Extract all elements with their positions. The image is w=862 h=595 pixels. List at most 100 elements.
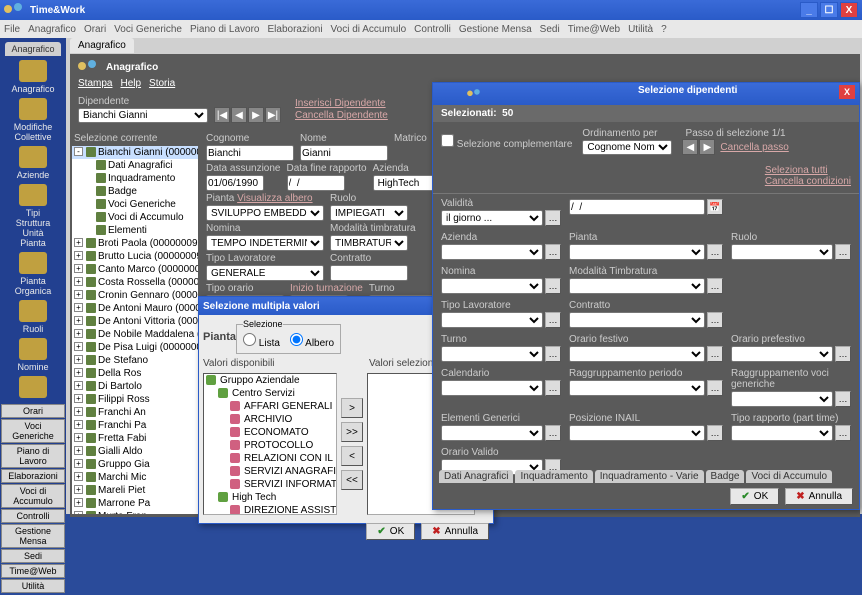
- menu-vocigeneriche[interactable]: Voci Generiche: [114, 24, 182, 35]
- tree-node[interactable]: +Gialli Aldo: [72, 445, 198, 458]
- more-button[interactable]: …: [545, 380, 561, 396]
- move-all-left-button[interactable]: <<: [341, 470, 363, 490]
- menu-anagrafico[interactable]: Anagrafico: [28, 24, 76, 35]
- more-button[interactable]: …: [545, 278, 561, 294]
- tree-node[interactable]: Voci di Accumulo: [72, 211, 198, 224]
- filter-select[interactable]: [441, 244, 543, 260]
- tree-node[interactable]: +Della Ros: [72, 367, 198, 380]
- tree-node[interactable]: -Bianchi Gianni (0000000463): [72, 146, 198, 159]
- avail-item[interactable]: RELAZIONI CON IL PUBB: [204, 452, 336, 465]
- sidebar-btn-vocigeneriche[interactable]: Voci Generiche: [1, 419, 65, 443]
- sidebar-btn-pianodilavoro[interactable]: Piano di Lavoro: [1, 444, 65, 468]
- dataass-input[interactable]: [206, 175, 264, 191]
- filter-select[interactable]: [441, 425, 543, 441]
- filter-select[interactable]: [441, 278, 543, 294]
- tree-node[interactable]: +Di Bartolo: [72, 380, 198, 393]
- tree-node[interactable]: +Murta Fran: [72, 510, 198, 514]
- sidebar-icon-nomine[interactable]: Nomine: [9, 336, 57, 374]
- menu-sedi[interactable]: Sedi: [540, 24, 560, 35]
- tree-node[interactable]: +De Stefano: [72, 354, 198, 367]
- menu-elaborazioni[interactable]: Elaborazioni: [268, 24, 323, 35]
- tab-datianagrafici[interactable]: Dati Anagrafici: [439, 470, 513, 483]
- sidebar-icon-modifichecollettive[interactable]: Modifiche Collettive: [9, 96, 57, 144]
- sidebar-btn-timeweb[interactable]: Time@Web: [1, 564, 65, 578]
- tree-node[interactable]: +Marrone Pa: [72, 497, 198, 510]
- passo-next[interactable]: ▶: [699, 139, 715, 155]
- filter-select[interactable]: [569, 278, 705, 294]
- menu-vocidiaccumulo[interactable]: Voci di Accumulo: [331, 24, 407, 35]
- sidebar-btn-orari[interactable]: Orari: [1, 404, 65, 418]
- tree-node[interactable]: Inquadramento: [72, 172, 198, 185]
- multi-ok-button[interactable]: ✔OK: [366, 523, 415, 540]
- more-button[interactable]: …: [707, 312, 723, 328]
- menu-utilit[interactable]: Utilità: [628, 24, 653, 35]
- tree-node[interactable]: +De Antoni Vittoria (0000000520): [72, 315, 198, 328]
- multi-cancel-button[interactable]: ✖Annulla: [421, 523, 489, 540]
- avail-item[interactable]: ECONOMATO: [204, 426, 336, 439]
- radio-albero[interactable]: Albero: [290, 333, 334, 349]
- tree-node[interactable]: +Marchi Mic: [72, 471, 198, 484]
- tree-node[interactable]: +Franchi Pa: [72, 419, 198, 432]
- avail-item[interactable]: Gruppo Aziendale: [204, 374, 336, 387]
- sidebar-btn-vocidiaccumulo[interactable]: Voci di Accumulo: [1, 484, 65, 508]
- filter-select[interactable]: [569, 312, 705, 328]
- nav-first-button[interactable]: |◀: [214, 107, 230, 123]
- complementare-check[interactable]: Selezione complementare: [441, 134, 572, 150]
- filter-select[interactable]: [569, 425, 705, 441]
- filter-select[interactable]: [731, 425, 833, 441]
- pianta-select[interactable]: SVILUPPO EMBEDDED: [206, 205, 324, 221]
- move-all-right-button[interactable]: >>: [341, 422, 363, 442]
- avail-item[interactable]: High Tech: [204, 491, 336, 504]
- nav-prev-button[interactable]: ◀: [231, 107, 247, 123]
- contratto-input[interactable]: [330, 265, 408, 281]
- more-button[interactable]: …: [707, 346, 723, 362]
- sidebar-btn-sedi[interactable]: Sedi: [1, 549, 65, 563]
- nav-last-button[interactable]: ▶|: [265, 107, 281, 123]
- more-button[interactable]: …: [707, 278, 723, 294]
- calendar-icon[interactable]: 📅: [707, 199, 723, 215]
- cancella-passo-link[interactable]: Cancella passo: [720, 142, 788, 153]
- depend-select[interactable]: Bianchi Gianni: [78, 108, 208, 123]
- cognome-input[interactable]: [206, 145, 294, 161]
- menu-gestionemensa[interactable]: Gestione Mensa: [459, 24, 532, 35]
- modtimb-select[interactable]: TIMBRATURA: [330, 235, 408, 251]
- filter-select[interactable]: [441, 380, 543, 396]
- sidebar-btn-elaborazioni[interactable]: Elaborazioni: [1, 469, 65, 483]
- filter-select[interactable]: [731, 346, 833, 362]
- more-button[interactable]: …: [835, 391, 851, 407]
- sidebar-icon-tipistrutturaunitpianta[interactable]: Tipi Struttura Unità Pianta: [9, 182, 57, 250]
- avail-item[interactable]: PROTOCOLLO: [204, 439, 336, 452]
- sidebar-btn-utilit[interactable]: Utilità: [1, 579, 65, 593]
- nav-next-button[interactable]: ▶: [248, 107, 264, 123]
- move-right-button[interactable]: >: [341, 398, 363, 418]
- tree-node[interactable]: +Gruppo Gia: [72, 458, 198, 471]
- filter-select[interactable]: [441, 312, 543, 328]
- tree-node[interactable]: +Broti Paola (0000000953): [72, 237, 198, 250]
- filter-date-input[interactable]: [569, 199, 705, 215]
- ruolo-select[interactable]: IMPIEGATI: [330, 205, 408, 221]
- filter-select[interactable]: [569, 244, 705, 260]
- avail-item[interactable]: ARCHIVIO: [204, 413, 336, 426]
- more-button[interactable]: …: [545, 312, 561, 328]
- more-button[interactable]: …: [707, 380, 723, 396]
- filter-select[interactable]: [731, 244, 833, 260]
- tree-node[interactable]: Elementi: [72, 224, 198, 237]
- sidebar-btn-controlli[interactable]: Controlli: [1, 509, 65, 523]
- move-left-button[interactable]: <: [341, 446, 363, 466]
- filter-select[interactable]: [569, 346, 705, 362]
- tab-inquadramento[interactable]: Inquadramento: [515, 470, 592, 483]
- tree-node[interactable]: +De Pisa Luigi (0000000947): [72, 341, 198, 354]
- ord-select[interactable]: Cognome Nome: [582, 140, 672, 155]
- avail-item[interactable]: SERVIZI ANAGRAFICI: [204, 465, 336, 478]
- cancella-condizioni-link[interactable]: Cancella condizioni: [765, 176, 851, 187]
- sidebar-icon-aziende[interactable]: Aziende: [9, 144, 57, 182]
- nome-input[interactable]: [300, 145, 388, 161]
- tree-node[interactable]: +Canto Marco (0000000952): [72, 263, 198, 276]
- more-button[interactable]: …: [545, 346, 561, 362]
- filter-select[interactable]: [569, 380, 705, 396]
- employee-tree[interactable]: -Bianchi Gianni (0000000463)Dati Anagraf…: [72, 146, 198, 514]
- tree-node[interactable]: +Franchi An: [72, 406, 198, 419]
- maximize-button[interactable]: ☐: [820, 2, 838, 18]
- filter-select[interactable]: [441, 346, 543, 362]
- filter-select[interactable]: il giorno ...: [441, 210, 543, 226]
